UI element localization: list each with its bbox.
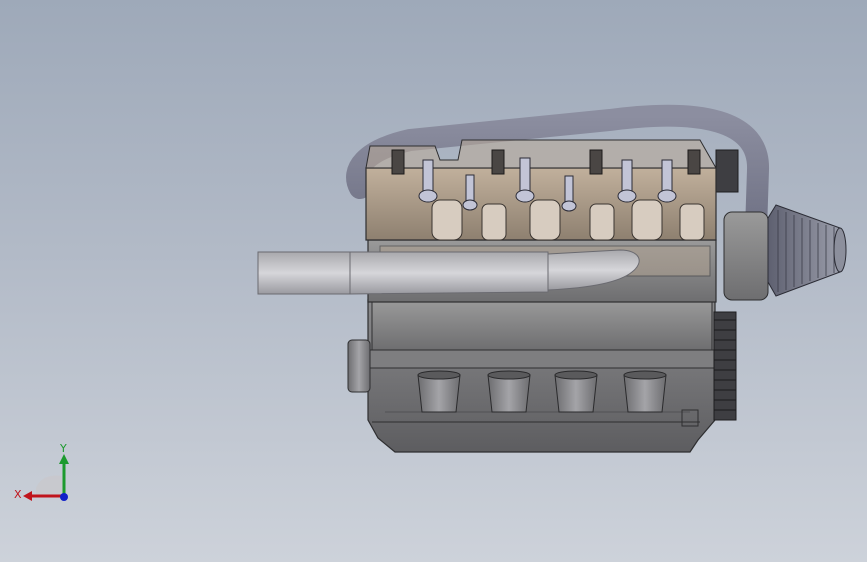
engine-model[interactable]: [0, 0, 867, 562]
air-filter-assembly: [723, 204, 847, 301]
y-axis-label: Y: [59, 442, 67, 455]
graphics-viewport[interactable]: Y X: [0, 0, 867, 562]
orientation-triad: Y X: [14, 442, 69, 501]
x-axis-label: X: [14, 488, 22, 501]
exhaust-pipe: [257, 249, 640, 295]
triad-shade: [36, 475, 64, 496]
x-axis-arrow: [23, 491, 32, 501]
y-axis-arrow: [59, 454, 69, 464]
z-axis-dot: [60, 493, 68, 501]
left-boss: [347, 339, 371, 393]
cylinder-head: [365, 139, 717, 241]
